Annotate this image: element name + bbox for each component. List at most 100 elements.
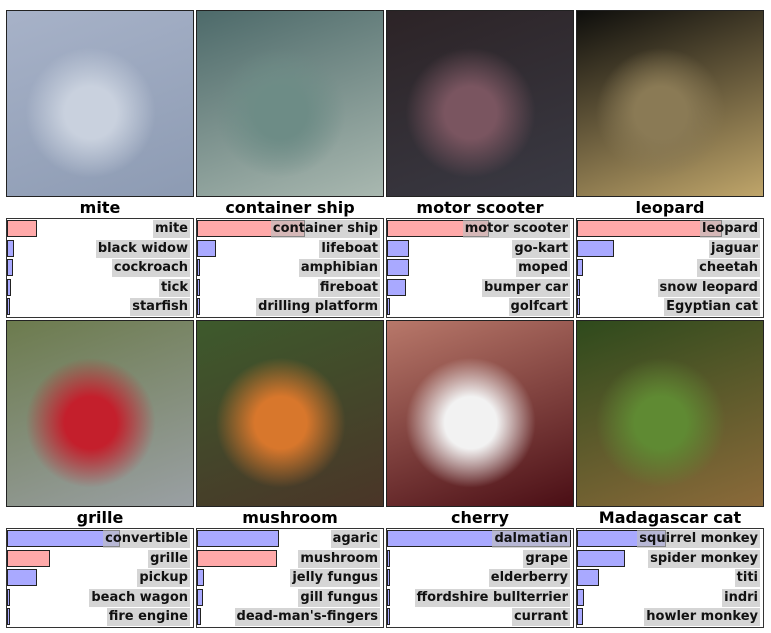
sample-image [196, 10, 384, 197]
prediction-row: spider monkey [577, 549, 763, 569]
prediction-row: black widow [7, 239, 193, 259]
prediction-row: currant [387, 607, 573, 627]
prediction-label: fireboat [317, 278, 380, 297]
prediction-label: drilling platform [256, 298, 380, 317]
predicted-class-bar [197, 278, 200, 296]
predicted-class-bar [387, 239, 410, 257]
sample-image [386, 320, 574, 507]
predicted-class-bar [387, 549, 390, 567]
true-label-title: mite [79, 198, 121, 217]
prediction-row: mushroom [197, 549, 383, 569]
prediction-label: moped [516, 259, 570, 278]
true-label-title: Madagascar cat [598, 508, 742, 527]
prediction-row: elderberry [387, 568, 573, 588]
predicted-class-bar [197, 569, 205, 587]
predicted-class-bar [387, 298, 390, 316]
prediction-row: go-kart [387, 239, 573, 259]
prediction-row: moped [387, 258, 573, 278]
predicted-class-bar [7, 298, 10, 316]
sample-image [386, 10, 574, 197]
prediction-row: dalmatian [387, 529, 573, 549]
prediction-label: tick [158, 278, 190, 297]
prediction-row: bumper car [387, 278, 573, 298]
predicted-class-bar [387, 588, 390, 606]
predicted-class-bar [7, 569, 37, 587]
prediction-bar-panel: motor scooter go-kart moped bumper car golfc… [386, 218, 574, 318]
predicted-class-bar [387, 569, 390, 587]
prediction-label: jelly fungus [290, 569, 380, 588]
prediction-bar-panel: convertible grille pickup beach wagon fire e… [6, 528, 194, 628]
true-label-title: grille [76, 508, 124, 527]
prediction-label: lifeboat [319, 239, 380, 258]
prediction-row: jaguar [577, 239, 763, 259]
predicted-class-bar [197, 298, 200, 316]
prediction-row: tick [7, 278, 193, 298]
prediction-row: Egyptian cat [577, 297, 763, 317]
prediction-row: cockroach [7, 258, 193, 278]
prediction-row: lifeboat [197, 239, 383, 259]
predicted-class-bar [577, 608, 583, 626]
prediction-row: jelly fungus [197, 568, 383, 588]
predicted-class-bar [577, 588, 585, 606]
prediction-row: container ship [197, 219, 383, 239]
prediction-row: fire engine [7, 607, 193, 627]
prediction-label: spider monkey [648, 549, 760, 568]
prediction-row: starfish [7, 297, 193, 317]
prediction-label: howler monkey [644, 608, 760, 627]
predicted-class-bar [387, 608, 390, 626]
predicted-class-bar [387, 278, 406, 296]
prediction-label: fire engine [106, 608, 190, 627]
prediction-label: motor scooter [462, 220, 570, 238]
prediction-row: gill fungus [197, 588, 383, 608]
predicted-class-bar [197, 530, 279, 547]
predicted-class-bar [577, 239, 615, 257]
prediction-label: convertible [103, 530, 190, 548]
sample-image [196, 320, 384, 507]
prediction-label: grape [523, 549, 570, 568]
prediction-row: ffordshire bullterrier [387, 588, 573, 608]
predicted-class-bar [197, 608, 201, 626]
prediction-row: cheetah [577, 258, 763, 278]
prediction-label: go-kart [512, 239, 570, 258]
prediction-label: currant [511, 608, 570, 627]
prediction-label: leopard [700, 220, 760, 238]
prediction-label: squirrel monkey [637, 530, 760, 548]
prediction-row: fireboat [197, 278, 383, 298]
predicted-class-bar [577, 259, 583, 277]
prediction-label: golfcart [508, 298, 570, 317]
prediction-label: bumper car [481, 278, 570, 297]
prediction-label: starfish [130, 298, 190, 317]
true-label-title: container ship [225, 198, 355, 217]
prediction-label: black widow [95, 239, 190, 258]
prediction-label: beach wagon [89, 588, 190, 607]
predicted-class-bar [7, 608, 10, 626]
prediction-row: snow leopard [577, 278, 763, 298]
predicted-class-bar [197, 259, 200, 277]
prediction-label: amphibian [298, 259, 380, 278]
prediction-label: agaric [330, 530, 380, 548]
predicted-class-bar [577, 549, 626, 567]
true-class-bar [7, 549, 50, 567]
prediction-label: dead-man's-fingers [234, 608, 380, 627]
prediction-row: titi [577, 568, 763, 588]
true-label-title: motor scooter [416, 198, 544, 217]
predicted-class-bar [7, 239, 15, 257]
prediction-row: golfcart [387, 297, 573, 317]
predicted-class-bar [577, 298, 580, 316]
prediction-bar-panel: leopard jaguar cheetah snow leopard Egyptian… [576, 218, 764, 318]
predicted-class-bar [7, 259, 13, 277]
prediction-label: jaguar [709, 239, 760, 258]
prediction-bar-panel: agaric mushroom jelly fungus gill fungus dea… [196, 528, 384, 628]
prediction-row: amphibian [197, 258, 383, 278]
prediction-bar-panel: squirrel monkey spider monkey titi indri how… [576, 528, 764, 628]
prediction-label: container ship [270, 220, 380, 238]
prediction-bar-panel: mite black widow cockroach tick starfish [6, 218, 194, 318]
true-label-title: mushroom [242, 508, 338, 527]
prediction-label: grille [148, 549, 190, 568]
prediction-row: dead-man's-fingers [197, 607, 383, 627]
prediction-row: convertible [7, 529, 193, 549]
prediction-row: squirrel monkey [577, 529, 763, 549]
prediction-row: pickup [7, 568, 193, 588]
true-class-bar [7, 220, 37, 237]
predicted-class-bar [577, 569, 600, 587]
